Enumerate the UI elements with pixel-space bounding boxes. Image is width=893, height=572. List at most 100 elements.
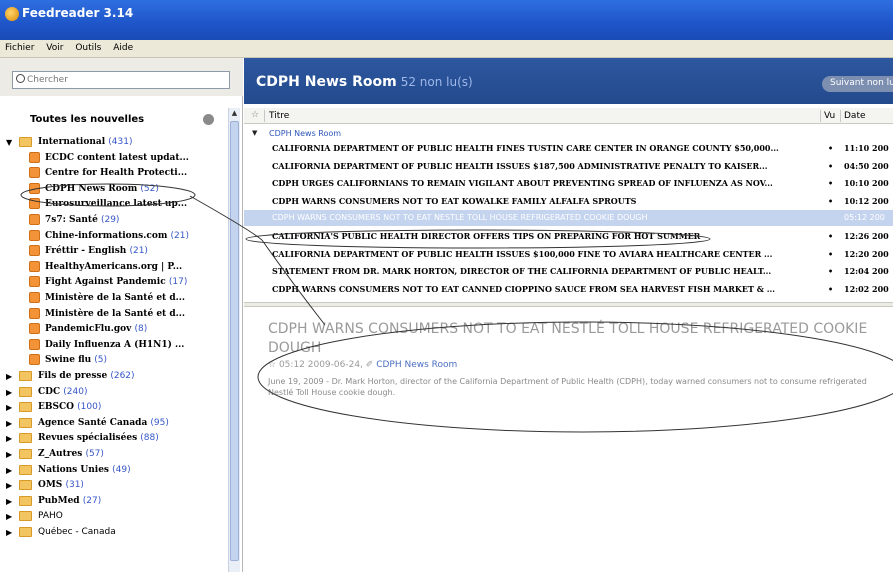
expand-icon[interactable]: ▶ bbox=[6, 512, 14, 520]
node-count: (100) bbox=[77, 402, 102, 413]
rss-feed-icon bbox=[29, 307, 40, 319]
node-name: Z_Autres bbox=[38, 449, 83, 459]
article-row[interactable]: CDPH URGES CALIFORNIANS TO REMAIN VIGILA… bbox=[244, 175, 893, 191]
unread-dot: • bbox=[828, 195, 834, 206]
folder-icon bbox=[19, 371, 32, 381]
article-body: June 19, 2009 - Dr. Mark Horton, directo… bbox=[268, 377, 867, 397]
rss-feed-icon bbox=[29, 354, 40, 366]
rss-feed-icon bbox=[29, 167, 40, 179]
node-label: Eurosurveillance latest up... bbox=[45, 199, 187, 209]
expand-icon[interactable]: ▶ bbox=[6, 419, 14, 427]
folder-icon bbox=[19, 433, 32, 444]
node-name: Nations Unies bbox=[38, 464, 109, 475]
rss-feed-icon bbox=[29, 292, 40, 303]
expand-icon[interactable]: ▶ bbox=[6, 434, 14, 442]
article-row[interactable]: STATEMENT FROM DR. MARK HORTON, DIRECTOR… bbox=[244, 263, 893, 279]
window-title: Feedreader 3.14 bbox=[22, 6, 134, 20]
article-datetime: 05:12 2009-06-24, bbox=[278, 360, 363, 370]
column-star[interactable]: ☆ bbox=[251, 110, 259, 120]
folder-icon bbox=[19, 137, 32, 147]
article-group[interactable]: ▼ CDPH News Room bbox=[244, 128, 893, 140]
menu-tools[interactable]: Outils bbox=[70, 40, 105, 53]
unread-dot: • bbox=[828, 283, 834, 294]
node-name: Revues spécialisées bbox=[38, 433, 138, 444]
article-row-date: 12:02 200 bbox=[844, 283, 889, 294]
expand-icon[interactable]: ▶ bbox=[6, 497, 14, 505]
rss-feed-icon bbox=[29, 198, 40, 210]
article-row[interactable]: CDPH WARNS CONSUMERS NOT TO EAT KOWALKE … bbox=[244, 193, 893, 209]
article-row[interactable]: CDPH WARNS CONSUMERS NOT TO EAT CANNED C… bbox=[244, 281, 893, 297]
folder-icon bbox=[19, 511, 32, 522]
unread-dot: • bbox=[828, 248, 834, 259]
article-row-date: 10:12 200 bbox=[844, 195, 889, 206]
expand-icon[interactable]: ▶ bbox=[6, 481, 14, 489]
column-read[interactable]: Vu bbox=[824, 111, 835, 121]
article-row[interactable]: CDPH WARNS CONSUMERS NOT TO EAT NESTLÉ T… bbox=[244, 210, 893, 227]
sidebar-scrollbar[interactable]: ▲ bbox=[228, 108, 240, 572]
expand-icon[interactable]: ▶ bbox=[6, 528, 14, 536]
folder-icon bbox=[19, 527, 32, 537]
article-row-date: 11:10 200 bbox=[844, 143, 889, 153]
column-date[interactable]: Date bbox=[844, 111, 866, 121]
article-row-title: CDPH WARNS CONSUMERS NOT TO EAT KOWALKE … bbox=[272, 195, 637, 206]
node-label: Z_Autres (57) bbox=[38, 449, 104, 459]
node-name: CDPH News Room bbox=[45, 183, 138, 194]
article-row[interactable]: CALIFORNIA'S PUBLIC HEALTH DIRECTOR OFFE… bbox=[244, 228, 893, 244]
node-count: (21) bbox=[129, 246, 148, 257]
expand-icon[interactable]: ▶ bbox=[6, 450, 14, 458]
article-row-date: 04:50 200 bbox=[844, 160, 889, 171]
node-count: (95) bbox=[150, 417, 169, 428]
article-source-link[interactable]: CDPH News Room bbox=[376, 360, 457, 370]
collapse-icon[interactable]: ▼ bbox=[6, 138, 14, 146]
article-row[interactable]: CALIFORNIA DEPARTMENT OF PUBLIC HEALTH I… bbox=[244, 246, 893, 262]
node-label: Swine flu (5) bbox=[45, 355, 107, 365]
node-count: (21) bbox=[170, 230, 190, 241]
menu-help[interactable]: Aide bbox=[108, 40, 137, 53]
column-title[interactable]: Titre bbox=[269, 111, 289, 121]
node-count: (49) bbox=[112, 464, 131, 475]
rss-feed-icon bbox=[29, 182, 40, 194]
feed-title: CDPH News Room 52 non lu(s) bbox=[256, 74, 473, 90]
article-row-title: STATEMENT FROM DR. MARK HORTON, DIRECTOR… bbox=[272, 266, 772, 277]
article-row[interactable]: CALIFORNIA DEPARTMENT OF PUBLIC HEALTH I… bbox=[244, 158, 893, 174]
expand-icon[interactable]: ▶ bbox=[6, 388, 14, 396]
node-label: Fréttir - English (21) bbox=[45, 246, 148, 256]
expand-icon[interactable]: ▶ bbox=[6, 403, 14, 411]
article-row[interactable]: CALIFORNIA DEPARTMENT OF PUBLIC HEALTH F… bbox=[244, 140, 893, 156]
pane-splitter[interactable] bbox=[244, 302, 893, 307]
node-name: PandemicFlu.gov bbox=[45, 324, 132, 335]
settings-icon[interactable] bbox=[203, 114, 214, 125]
expand-icon[interactable]: ▶ bbox=[6, 372, 14, 380]
menu-view[interactable]: Voir bbox=[41, 40, 67, 53]
node-label: Revues spécialisées (88) bbox=[38, 433, 159, 443]
scrollbar-thumb[interactable] bbox=[230, 121, 239, 561]
article-row-date: 10:10 200 bbox=[844, 178, 889, 189]
node-label: CDC (240) bbox=[38, 387, 87, 397]
rss-feed-icon bbox=[29, 260, 40, 272]
column-separator bbox=[264, 110, 265, 122]
node-name: Centre for Health Protecti... bbox=[45, 168, 188, 179]
node-label: Daily Influenza A (H1N1) ... bbox=[45, 340, 184, 350]
node-label: 7s7: Santé (29) bbox=[45, 215, 119, 225]
node-count: (52) bbox=[140, 183, 159, 194]
unread-dot: • bbox=[828, 231, 834, 241]
node-label: Nations Unies (49) bbox=[38, 465, 131, 475]
folder-icon bbox=[19, 480, 32, 491]
star-icon[interactable]: ☆ bbox=[268, 360, 276, 370]
search-input[interactable] bbox=[27, 73, 223, 87]
expand-icon[interactable]: ▶ bbox=[6, 466, 14, 474]
collapse-icon[interactable]: ▼ bbox=[252, 129, 257, 137]
node-name: Chine-informations.com bbox=[45, 230, 168, 241]
search-icon bbox=[16, 74, 25, 83]
all-news-header[interactable]: Toutes les nouvelles bbox=[0, 108, 228, 130]
node-count: (5) bbox=[94, 355, 108, 366]
node-label: PandemicFlu.gov (8) bbox=[45, 324, 147, 334]
rss-feed-icon bbox=[29, 338, 40, 350]
node-label: PAHO bbox=[38, 511, 63, 521]
search-box[interactable] bbox=[12, 71, 230, 89]
article-title[interactable]: CDPH WARNS CONSUMERS NOT TO EAT NESTLÉ T… bbox=[268, 320, 888, 358]
menu-file[interactable]: Fichier bbox=[0, 40, 38, 53]
next-unread-button[interactable]: Suivant non lu bbox=[822, 76, 893, 92]
scroll-up-icon[interactable]: ▲ bbox=[230, 109, 239, 119]
node-label: HealthyAmericans.org | P... bbox=[45, 262, 182, 272]
